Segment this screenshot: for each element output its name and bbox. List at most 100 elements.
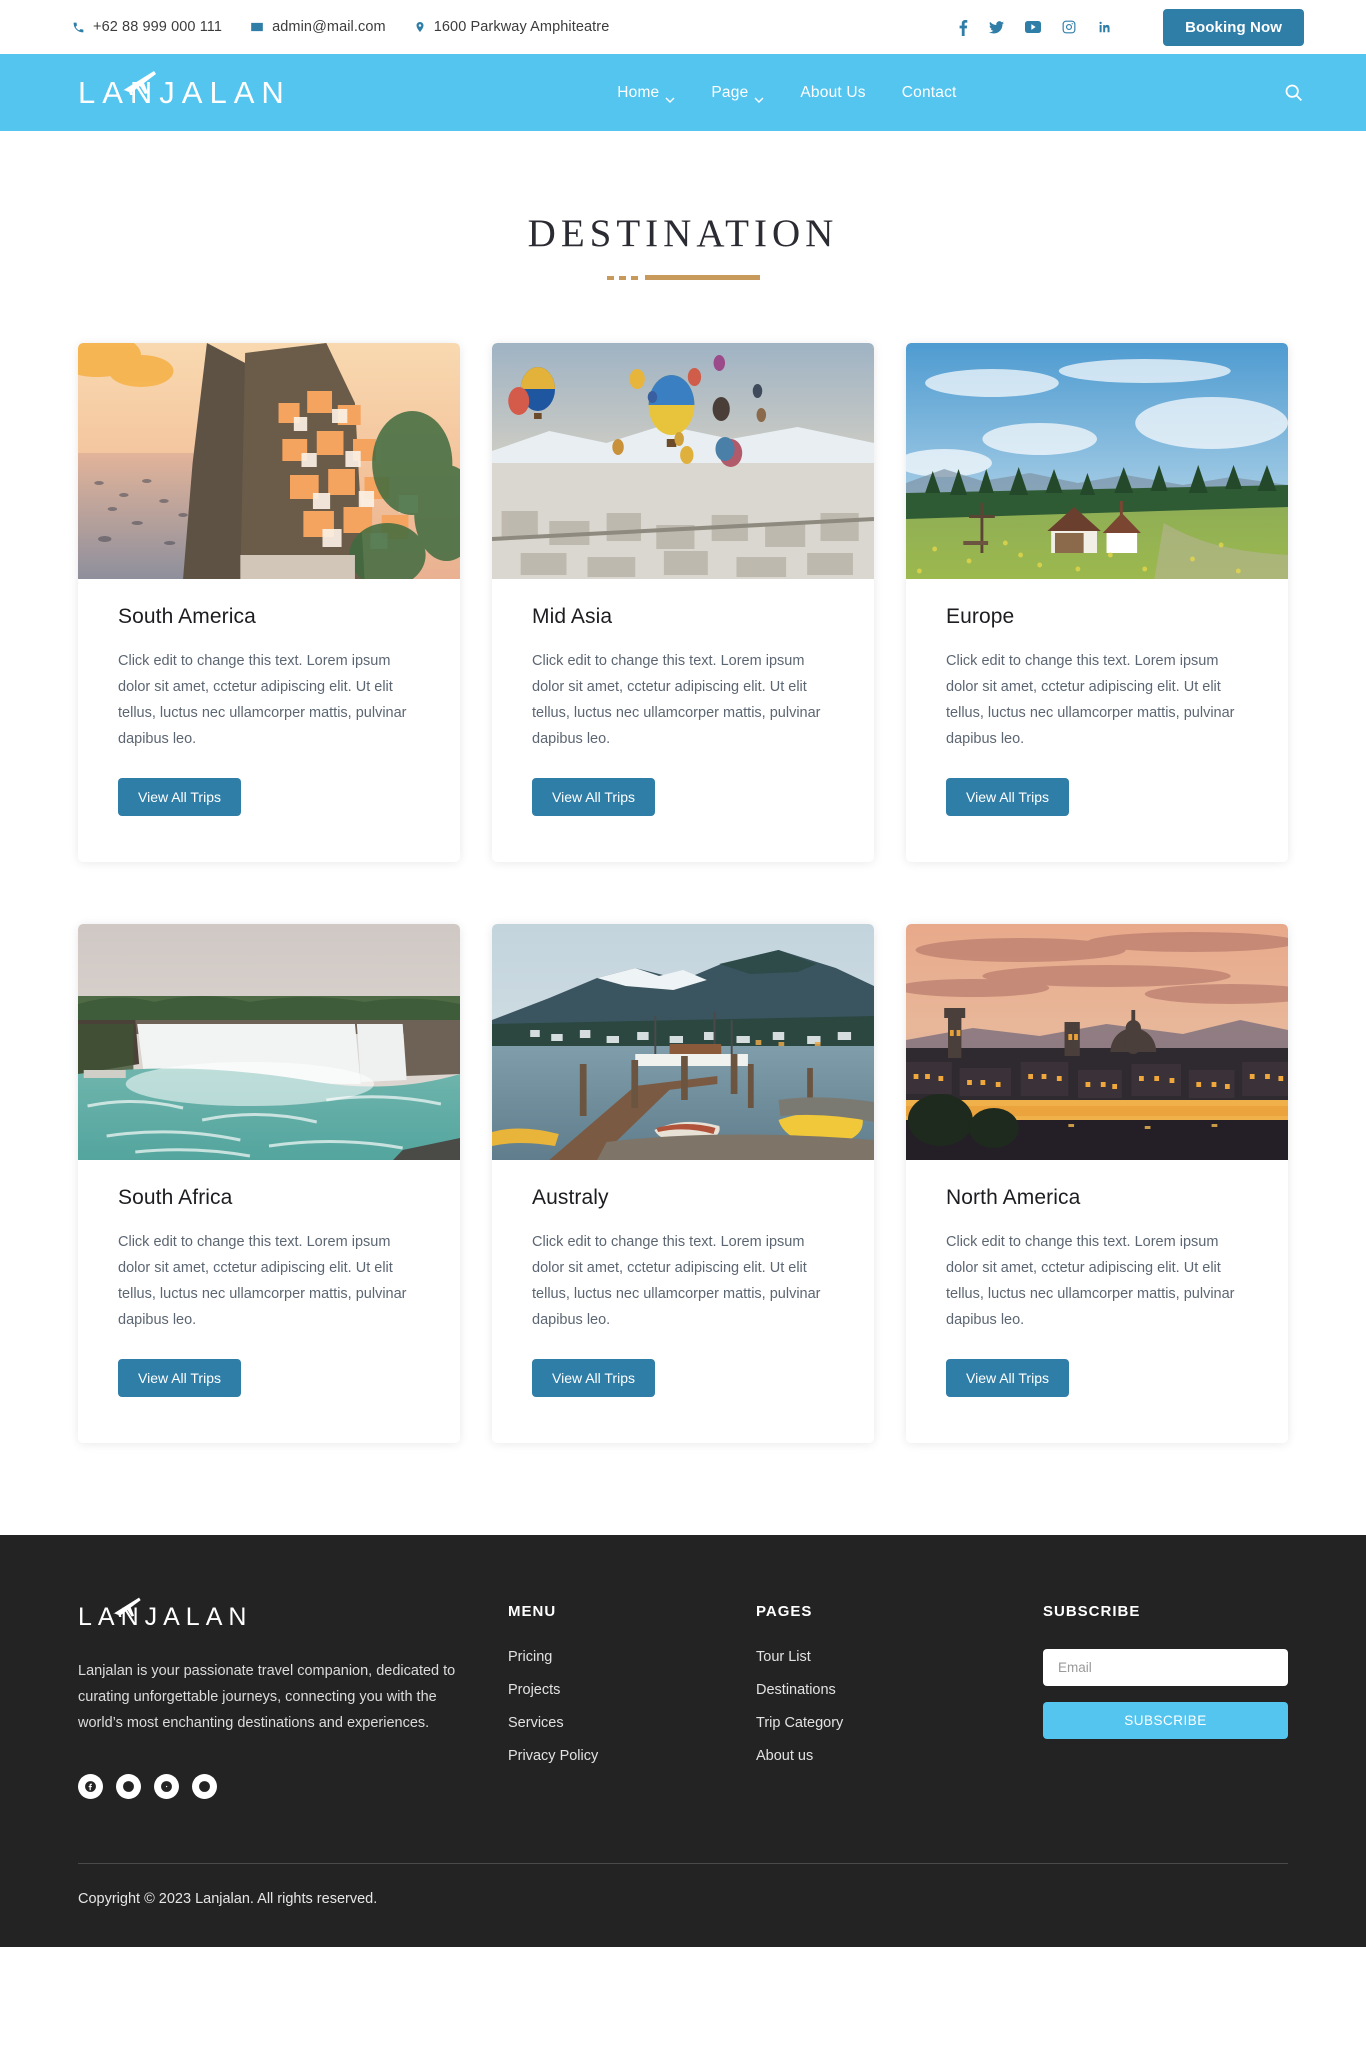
card-description: Click edit to change this text. Lorem ip… — [532, 653, 821, 747]
card-body: Europe Click edit to change this text. L… — [906, 579, 1288, 862]
phone-icon — [72, 21, 85, 34]
footer-menu-heading: MENU — [508, 1603, 557, 1620]
topbar-social-links — [959, 19, 1111, 36]
page-root: +62 88 999 000 111 admin@mail.com 1600 P… — [0, 0, 1366, 1947]
email-field[interactable] — [1043, 1649, 1288, 1686]
destination-card[interactable]: Australy Click edit to change this text.… — [492, 924, 874, 1443]
divider-dot — [630, 276, 638, 280]
card-image-hot-air-balloons — [492, 343, 874, 579]
view-all-trips-button[interactable]: View All Trips — [118, 778, 241, 816]
card-title: Australy — [532, 1186, 609, 1209]
footer-link-projects[interactable]: Projects — [508, 1682, 756, 1698]
linkedin-icon[interactable] — [1097, 20, 1111, 34]
envelope-icon — [250, 20, 264, 34]
nav-item-about-us[interactable]: About Us — [800, 84, 865, 102]
card-image-waterfall — [78, 924, 460, 1160]
card-description: Click edit to change this text. Lorem ip… — [118, 653, 407, 747]
footer-link-privacy-policy[interactable]: Privacy Policy — [508, 1748, 756, 1764]
contact-phone-text: +62 88 999 000 111 — [93, 19, 223, 35]
footer-link-destinations[interactable]: Destinations — [756, 1682, 1004, 1698]
view-all-trips-button[interactable]: View All Trips — [946, 1359, 1069, 1397]
footer-pages-heading: PAGES — [756, 1603, 813, 1620]
destination-card[interactable]: Mid Asia Click edit to change this text.… — [492, 343, 874, 862]
brand-logo-text: LANJALAN — [78, 74, 291, 110]
card-body: Mid Asia Click edit to change this text.… — [492, 579, 874, 862]
divider-dot — [606, 276, 614, 280]
youtube-icon[interactable] — [1025, 21, 1042, 33]
footer-link-pricing[interactable]: Pricing — [508, 1649, 756, 1665]
airplane-icon — [111, 1595, 144, 1619]
card-image-lakeside-pier — [492, 924, 874, 1160]
footer-link-trip-category[interactable]: Trip Category — [756, 1715, 1004, 1731]
nav-item-about-us-label: About Us — [800, 83, 866, 101]
pinterest-icon[interactable] — [192, 1774, 217, 1799]
map-pin-icon — [414, 20, 426, 34]
twitter-icon[interactable] — [116, 1774, 141, 1799]
title-divider — [606, 275, 760, 281]
chevron-down-icon — [754, 90, 764, 103]
contact-address-text: 1600 Parkway Amphiteatre — [433, 19, 610, 35]
facebook-icon[interactable] — [959, 19, 968, 36]
destination-section-header: DESTINATION — [0, 131, 1366, 281]
search-icon[interactable] — [1283, 82, 1304, 103]
divider-bar — [644, 275, 760, 280]
card-description: Click edit to change this text. Lorem ip… — [532, 1234, 821, 1328]
copyright-text: Copyright © 2023 Lanjalan. All rights re… — [78, 1891, 378, 1907]
instagram-icon[interactable] — [1062, 20, 1076, 34]
twitter-icon[interactable] — [989, 20, 1005, 34]
contact-address[interactable]: 1600 Parkway Amphiteatre — [414, 19, 610, 35]
footer-link-tour-list[interactable]: Tour List — [756, 1649, 1004, 1665]
airplane-icon — [120, 67, 160, 97]
view-all-trips-button[interactable]: View All Trips — [532, 778, 655, 816]
footer-link-services[interactable]: Services — [508, 1715, 756, 1731]
card-title: Mid Asia — [532, 605, 613, 628]
contact-email[interactable]: admin@mail.com — [250, 19, 386, 35]
view-all-trips-button[interactable]: View All Trips — [118, 1359, 241, 1397]
top-bar: +62 88 999 000 111 admin@mail.com 1600 P… — [0, 0, 1366, 54]
footer-link-about-us[interactable]: About us — [756, 1748, 1004, 1764]
destination-cards: South America Click edit to change this … — [0, 281, 1366, 1443]
nav-item-home[interactable]: Home — [617, 83, 675, 103]
cards-row: South Africa Click edit to change this t… — [78, 924, 1288, 1443]
card-image-coastal-village — [78, 343, 460, 579]
card-image-city-skyline-sunset — [906, 924, 1288, 1160]
footer-subscribe-column: SUBSCRIBE SUBSCRIBE — [1043, 1603, 1288, 1799]
destination-card[interactable]: South Africa Click edit to change this t… — [78, 924, 460, 1443]
card-title: North America — [946, 1186, 1081, 1209]
nav-item-page[interactable]: Page — [711, 83, 764, 103]
card-description: Click edit to change this text. Lorem ip… — [946, 1234, 1235, 1328]
brand-logo[interactable]: LANJALAN — [78, 70, 291, 111]
card-body: South America Click edit to change this … — [78, 579, 460, 862]
youtube-icon[interactable] — [154, 1774, 179, 1799]
nav-menu: Home Page About Us Contact — [617, 83, 957, 103]
card-title: Europe — [946, 605, 1015, 628]
nav-item-contact[interactable]: Contact — [902, 84, 957, 102]
divider-dot — [618, 276, 626, 280]
subscribe-button[interactable]: SUBSCRIBE — [1043, 1702, 1288, 1739]
footer-logo[interactable]: LANJALAN — [78, 1597, 252, 1632]
footer-description: Lanjalan is your passionate travel compa… — [78, 1663, 456, 1731]
footer-subscribe-heading: SUBSCRIBE — [1043, 1603, 1141, 1620]
view-all-trips-button[interactable]: View All Trips — [532, 1359, 655, 1397]
destination-card[interactable]: Europe Click edit to change this text. L… — [906, 343, 1288, 862]
card-body: South Africa Click edit to change this t… — [78, 1160, 460, 1443]
card-body: North America Click edit to change this … — [906, 1160, 1288, 1443]
nav-item-home-label: Home — [617, 83, 660, 101]
booking-now-button[interactable]: Booking Now — [1163, 8, 1304, 46]
destination-card[interactable]: North America Click edit to change this … — [906, 924, 1288, 1443]
destination-card[interactable]: South America Click edit to change this … — [78, 343, 460, 862]
contact-email-text: admin@mail.com — [272, 19, 386, 35]
card-description: Click edit to change this text. Lorem ip… — [118, 1234, 407, 1328]
contact-phone[interactable]: +62 88 999 000 111 — [72, 19, 222, 35]
card-description: Click edit to change this text. Lorem ip… — [946, 653, 1235, 747]
footer-brand-column: LANJALAN Lanjalan is your passionate tra… — [78, 1597, 508, 1799]
nav-item-page-label: Page — [711, 83, 749, 101]
card-body: Australy Click edit to change this text.… — [492, 1160, 874, 1443]
nav-item-contact-label: Contact — [901, 83, 957, 101]
footer-menu-column: MENU Pricing Projects Services Privacy P… — [508, 1603, 756, 1799]
footer-pages-column: PAGES Tour List Destinations Trip Catego… — [756, 1603, 1004, 1799]
cards-row: South America Click edit to change this … — [78, 343, 1288, 862]
contact-info-group: +62 88 999 000 111 admin@mail.com 1600 P… — [72, 19, 609, 35]
facebook-icon[interactable] — [78, 1774, 103, 1799]
view-all-trips-button[interactable]: View All Trips — [946, 778, 1069, 816]
